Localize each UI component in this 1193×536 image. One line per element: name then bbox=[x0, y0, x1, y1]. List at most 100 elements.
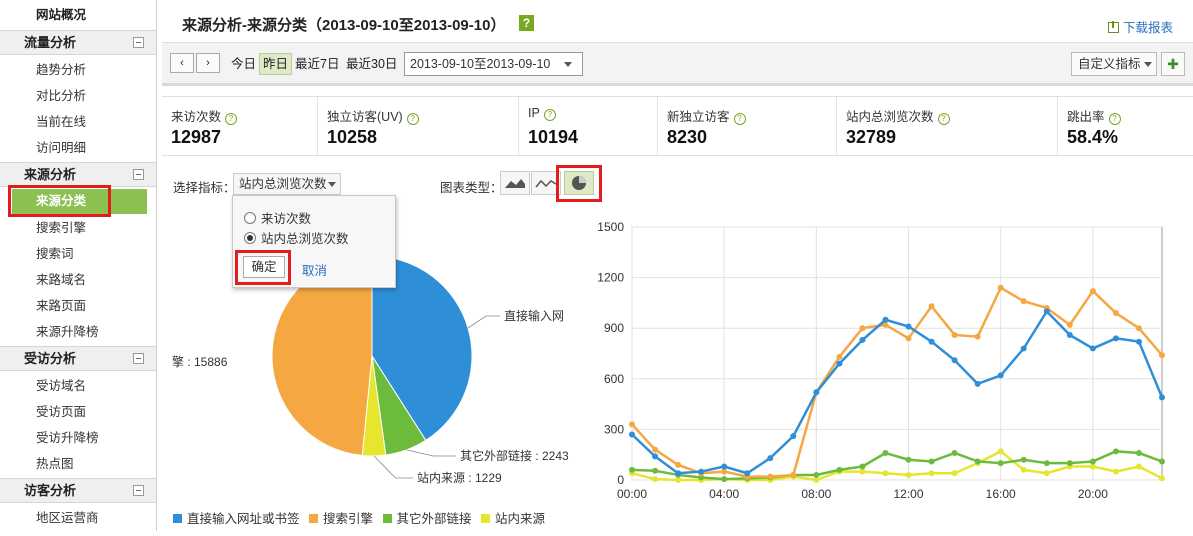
data-point[interactable] bbox=[652, 446, 659, 453]
option-pageviews[interactable]: 站内总浏览次数 bbox=[244, 228, 349, 247]
data-point[interactable] bbox=[928, 338, 935, 345]
data-point[interactable] bbox=[974, 458, 981, 465]
help-icon[interactable]: ? bbox=[733, 113, 746, 125]
data-point[interactable] bbox=[1159, 458, 1165, 465]
legend-item[interactable]: 直接输入网址或书签 bbox=[173, 508, 300, 527]
sidebar-item-overview[interactable]: 网站概况 bbox=[0, 2, 156, 28]
data-point[interactable] bbox=[859, 325, 866, 332]
data-point[interactable] bbox=[882, 470, 889, 477]
help-icon[interactable]: ? bbox=[225, 113, 238, 125]
data-point[interactable] bbox=[997, 460, 1004, 467]
data-point[interactable] bbox=[859, 337, 866, 344]
sidebar-item-region[interactable]: 地区运营商 bbox=[0, 505, 156, 531]
sidebar-item-search-word[interactable]: 搜索词 bbox=[0, 241, 156, 267]
data-point[interactable] bbox=[905, 323, 912, 330]
today-button[interactable]: 今日 bbox=[228, 53, 259, 75]
data-point[interactable] bbox=[1159, 394, 1165, 401]
data-point[interactable] bbox=[1020, 456, 1027, 463]
sidebar-item-visit-detail[interactable]: 访问明细 bbox=[0, 135, 156, 161]
help-button[interactable]: ? bbox=[519, 15, 534, 31]
data-point[interactable] bbox=[951, 470, 958, 477]
sidebar-item-trend[interactable]: 趋势分析 bbox=[0, 57, 156, 83]
help-icon[interactable]: ? bbox=[543, 109, 556, 121]
cancel-link[interactable]: 取消 bbox=[302, 260, 327, 279]
legend-item[interactable]: 搜索引擎 bbox=[309, 508, 373, 527]
data-point[interactable] bbox=[675, 461, 682, 468]
sidebar-section-visitor[interactable]: 访客分析 bbox=[0, 478, 156, 503]
pin-icon[interactable]: ✚ bbox=[1161, 52, 1185, 76]
data-point[interactable] bbox=[744, 470, 751, 477]
data-point[interactable] bbox=[675, 470, 682, 477]
data-point[interactable] bbox=[1043, 470, 1050, 477]
data-point[interactable] bbox=[951, 357, 958, 364]
sidebar-section-source[interactable]: 来源分析 bbox=[0, 162, 156, 187]
radio-icon[interactable] bbox=[244, 212, 256, 224]
data-point[interactable] bbox=[997, 448, 1004, 455]
data-point[interactable] bbox=[1159, 352, 1165, 359]
data-point[interactable] bbox=[905, 471, 912, 478]
sidebar-item-referrer-domain[interactable]: 来路域名 bbox=[0, 267, 156, 293]
option-visits[interactable]: 来访次数 bbox=[244, 208, 311, 227]
data-point[interactable] bbox=[652, 453, 659, 460]
collapse-icon[interactable] bbox=[133, 37, 144, 48]
data-point[interactable] bbox=[1089, 458, 1096, 465]
data-point[interactable] bbox=[928, 458, 935, 465]
data-point[interactable] bbox=[997, 372, 1004, 379]
data-point[interactable] bbox=[1066, 321, 1073, 328]
date-range-select[interactable]: 2013-09-10至2013-09-10 bbox=[404, 52, 583, 76]
data-point[interactable] bbox=[836, 353, 843, 360]
data-point[interactable] bbox=[836, 360, 843, 367]
sidebar-item-source-rank[interactable]: 来源升降榜 bbox=[0, 319, 156, 345]
collapse-icon[interactable] bbox=[133, 169, 144, 180]
data-point[interactable] bbox=[1066, 460, 1073, 467]
data-point[interactable] bbox=[1112, 448, 1119, 455]
data-point[interactable] bbox=[1159, 475, 1165, 482]
data-point[interactable] bbox=[813, 471, 820, 478]
data-point[interactable] bbox=[905, 335, 912, 342]
data-point[interactable] bbox=[951, 331, 958, 338]
data-point[interactable] bbox=[1135, 450, 1142, 457]
data-point[interactable] bbox=[951, 450, 958, 457]
data-point[interactable] bbox=[790, 433, 797, 440]
data-point[interactable] bbox=[1043, 460, 1050, 467]
data-point[interactable] bbox=[1043, 308, 1050, 315]
sidebar-section-traffic[interactable]: 流量分析 bbox=[0, 30, 156, 55]
sidebar-item-visited-domain[interactable]: 受访域名 bbox=[0, 373, 156, 399]
sidebar-item-search-engine[interactable]: 搜索引擎 bbox=[0, 215, 156, 241]
data-point[interactable] bbox=[1020, 466, 1027, 473]
yesterday-button[interactable]: 昨日 bbox=[259, 53, 293, 75]
collapse-icon[interactable] bbox=[133, 353, 144, 364]
data-point[interactable] bbox=[1135, 463, 1142, 470]
sidebar-item-referrer-page[interactable]: 来路页面 bbox=[0, 293, 156, 319]
radio-checked-icon[interactable] bbox=[244, 232, 256, 244]
data-point[interactable] bbox=[813, 389, 820, 396]
sidebar-item-compare[interactable]: 对比分析 bbox=[0, 83, 156, 109]
last7-button[interactable]: 最近7日 bbox=[292, 53, 342, 75]
data-point[interactable] bbox=[1089, 345, 1096, 352]
custom-metrics-button[interactable]: 自定义指标 bbox=[1071, 52, 1157, 76]
prev-date-button[interactable]: ‹ bbox=[170, 53, 194, 73]
sidebar-item-heatmap[interactable]: 热点图 bbox=[0, 451, 156, 477]
data-point[interactable] bbox=[629, 421, 635, 428]
legend-item[interactable]: 站内来源 bbox=[481, 508, 545, 527]
data-point[interactable] bbox=[698, 468, 705, 475]
legend-item[interactable]: 其它外部链接 bbox=[382, 508, 472, 527]
data-point[interactable] bbox=[721, 463, 728, 470]
data-point[interactable] bbox=[1112, 468, 1119, 475]
data-point[interactable] bbox=[859, 463, 866, 470]
data-point[interactable] bbox=[1020, 345, 1027, 352]
sidebar-item-online[interactable]: 当前在线 bbox=[0, 109, 156, 135]
data-point[interactable] bbox=[1135, 338, 1142, 345]
data-point[interactable] bbox=[1112, 335, 1119, 342]
data-point[interactable] bbox=[1066, 331, 1073, 338]
data-point[interactable] bbox=[652, 476, 659, 483]
help-icon[interactable]: ? bbox=[1108, 113, 1121, 125]
last30-button[interactable]: 最近30日 bbox=[343, 53, 400, 75]
sidebar-item-visited-rank[interactable]: 受访升降榜 bbox=[0, 425, 156, 451]
data-point[interactable] bbox=[836, 466, 843, 473]
data-point[interactable] bbox=[882, 450, 889, 457]
data-point[interactable] bbox=[1020, 298, 1027, 305]
help-icon[interactable]: ? bbox=[937, 113, 950, 125]
data-point[interactable] bbox=[997, 284, 1004, 291]
data-point[interactable] bbox=[905, 456, 912, 463]
